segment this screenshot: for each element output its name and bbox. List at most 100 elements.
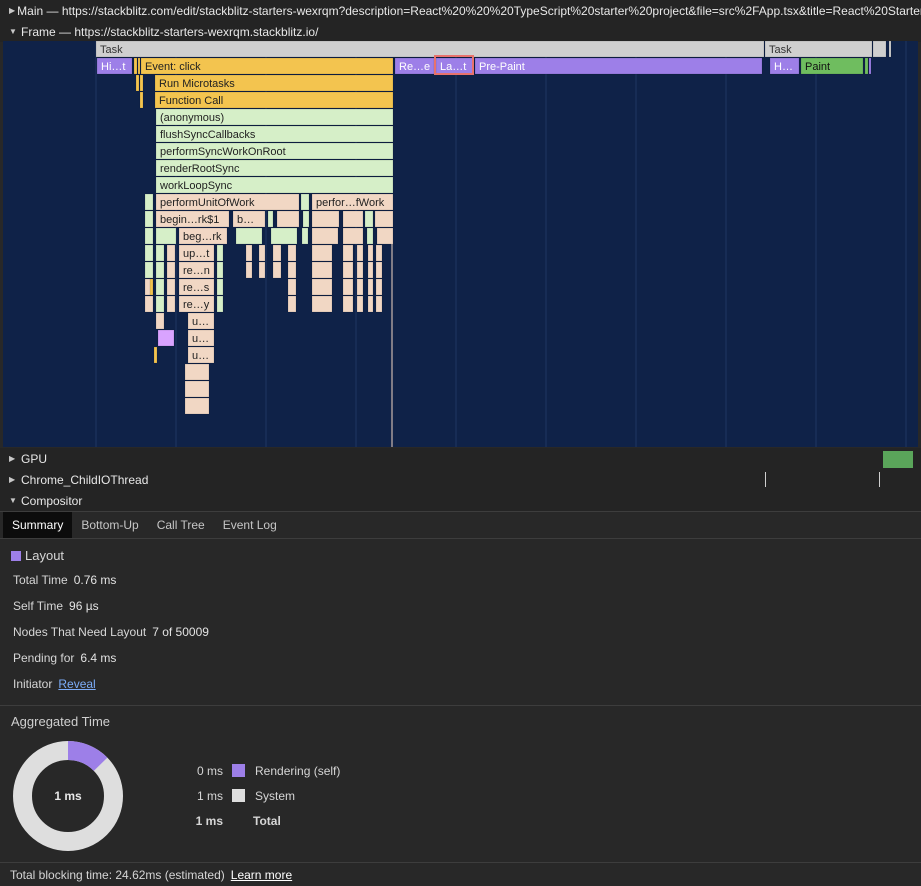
deep-small[interactable] xyxy=(258,261,266,279)
function-call[interactable]: Function Call xyxy=(154,91,394,109)
gpu-activity-bar[interactable] xyxy=(883,451,913,468)
deep-small[interactable] xyxy=(155,312,165,330)
deep-small-bar[interactable] xyxy=(144,261,154,279)
deep-small[interactable] xyxy=(245,261,253,279)
deep-small-bar[interactable] xyxy=(166,295,176,313)
update-call-2[interactable]: u… xyxy=(187,329,215,347)
update-call-3[interactable]: u… xyxy=(187,346,215,364)
pre-paint-event[interactable]: Pre-Paint xyxy=(474,57,763,75)
purple-small[interactable] xyxy=(157,329,175,347)
nested-small-bar[interactable] xyxy=(376,227,394,245)
begin-work-2[interactable]: b… xyxy=(232,210,266,228)
deep-small-bar[interactable] xyxy=(155,295,165,313)
begin-small-bar[interactable] xyxy=(267,210,274,228)
deep-small-bar[interactable] xyxy=(287,261,297,279)
nested-small-bar[interactable] xyxy=(366,227,374,245)
deep-small[interactable] xyxy=(367,261,374,279)
begin-small[interactable] xyxy=(374,210,394,228)
deep-small[interactable] xyxy=(356,261,364,279)
begin-small[interactable] xyxy=(144,210,154,228)
purple-small-bar[interactable] xyxy=(157,329,175,347)
io-event-tick[interactable] xyxy=(879,472,880,487)
small-script-event-bar[interactable] xyxy=(139,91,144,109)
task-event-3-bar[interactable] xyxy=(872,41,887,58)
deep-small[interactable] xyxy=(342,261,354,279)
deep-small-bar[interactable] xyxy=(245,261,253,279)
deep-small-bar[interactable] xyxy=(155,244,165,262)
deep-small-bar[interactable] xyxy=(375,244,383,262)
update-call-1[interactable]: u… xyxy=(187,312,215,330)
task-event-bar[interactable] xyxy=(95,41,765,58)
nested-small-bar[interactable] xyxy=(311,227,339,245)
deep-small-bar[interactable] xyxy=(287,244,297,262)
perform-unit-of-work[interactable]: performUnitOfWork xyxy=(155,193,300,211)
deep-small[interactable] xyxy=(258,244,266,262)
begin-small[interactable] xyxy=(302,210,310,228)
deep-small-script[interactable] xyxy=(153,346,158,364)
deep-small[interactable] xyxy=(144,261,154,279)
task-event-3[interactable] xyxy=(872,41,887,58)
deep-small-bar[interactable] xyxy=(367,244,374,262)
deep-small-bar[interactable] xyxy=(155,312,165,330)
nested-small[interactable] xyxy=(311,227,339,245)
deep-small-bar[interactable] xyxy=(311,295,333,313)
deep-small-bar[interactable] xyxy=(375,278,383,296)
deep-small-script-bar[interactable] xyxy=(153,346,158,364)
deep-tail[interactable] xyxy=(184,363,210,381)
deep-small-script-bar[interactable] xyxy=(149,278,154,296)
nested-small-bar[interactable] xyxy=(301,227,309,245)
deep-small[interactable] xyxy=(216,244,224,262)
deep-small-bar[interactable] xyxy=(356,261,364,279)
paint-tail-event[interactable] xyxy=(864,57,869,75)
flame-chart[interactable]: Task Task Hi…t Event: click Re…e La…t Pre-Pain… xyxy=(3,41,918,447)
render-root-sync[interactable]: renderRootSync xyxy=(155,159,394,177)
deep-small[interactable] xyxy=(311,278,333,296)
perform-unit-small[interactable] xyxy=(300,193,310,211)
deep-tail[interactable] xyxy=(184,397,210,415)
recalc-style-event[interactable]: Re…e xyxy=(394,57,435,75)
deep-small-bar[interactable] xyxy=(166,244,176,262)
deep-small[interactable] xyxy=(342,295,354,313)
deep-small-bar[interactable] xyxy=(287,295,297,313)
deep-small[interactable] xyxy=(367,278,374,296)
flush-sync-callbacks[interactable]: flushSyncCallbacks xyxy=(155,125,394,143)
deep-small-bar[interactable] xyxy=(287,278,297,296)
deep-small[interactable] xyxy=(356,278,364,296)
begin-small-bar[interactable] xyxy=(302,210,310,228)
deep-small[interactable] xyxy=(342,278,354,296)
nested-small[interactable] xyxy=(342,227,364,245)
nested-small[interactable] xyxy=(235,227,263,245)
small-script-event[interactable] xyxy=(139,91,144,109)
begin-small-bar[interactable] xyxy=(342,210,364,228)
hit-test-event[interactable]: Hi…t xyxy=(96,57,133,75)
begin-small[interactable] xyxy=(311,210,340,228)
paint-tail-event-bar[interactable] xyxy=(864,57,869,75)
run-microtasks[interactable]: Run Microtasks xyxy=(154,74,394,92)
begin-small[interactable] xyxy=(276,210,300,228)
perform-unit-of-work-2[interactable]: perfor…fWork xyxy=(311,193,394,211)
begin-small[interactable] xyxy=(342,210,364,228)
deep-small-bar[interactable] xyxy=(311,261,333,279)
perform-unit-small-bar[interactable] xyxy=(300,193,310,211)
hit-test-event-2[interactable]: H… xyxy=(769,57,800,75)
deep-small[interactable] xyxy=(311,244,333,262)
small-render-event-bar[interactable] xyxy=(868,57,872,75)
deep-small[interactable] xyxy=(216,295,224,313)
small-script-event-bar[interactable] xyxy=(139,74,144,92)
deep-small[interactable] xyxy=(144,244,154,262)
deep-small-bar[interactable] xyxy=(367,261,374,279)
render-call-s[interactable]: re…s xyxy=(178,278,215,296)
deep-small-bar[interactable] xyxy=(245,244,253,262)
expand-triangle-icon[interactable]: ▶ xyxy=(9,454,19,463)
nested-small-bar[interactable] xyxy=(270,227,298,245)
nested-small[interactable] xyxy=(366,227,374,245)
deep-small-bar[interactable] xyxy=(342,244,354,262)
deep-small-bar[interactable] xyxy=(258,244,266,262)
deep-small[interactable] xyxy=(287,261,297,279)
deep-small-bar[interactable] xyxy=(216,295,224,313)
deep-small-bar[interactable] xyxy=(356,244,364,262)
track-main-header[interactable]: ▶ Main — https://stackblitz.com/edit/sta… xyxy=(0,0,921,21)
deep-small[interactable] xyxy=(342,244,354,262)
deep-small[interactable] xyxy=(356,244,364,262)
flame-chart-area[interactable]: Task Task Hi…t Event: click Re…e La…t Pre-Pain… xyxy=(3,41,918,447)
